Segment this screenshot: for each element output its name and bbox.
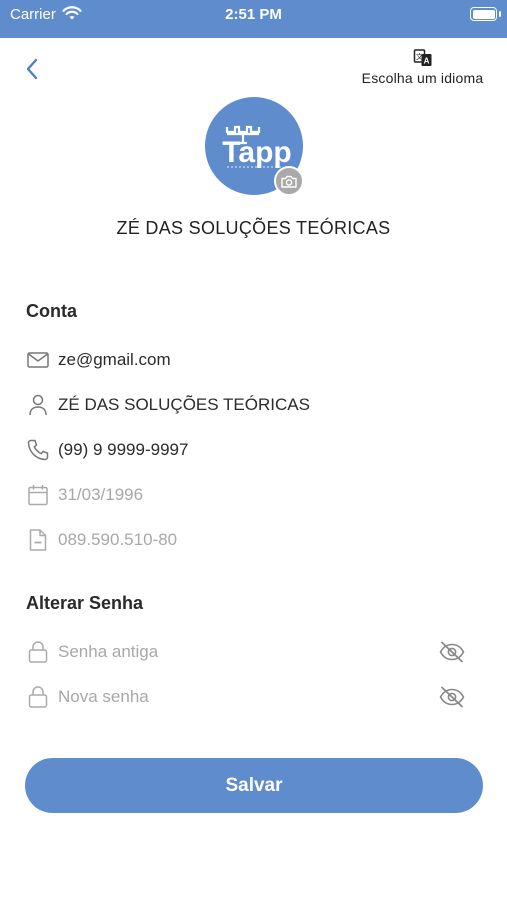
email-icon	[26, 348, 50, 372]
profile-name: ZÉ DAS SOLUÇÕES TEÓRICAS	[116, 218, 391, 238]
lock-icon	[26, 640, 50, 664]
email-field[interactable]: ze@gmail.com	[26, 345, 486, 375]
status-time: 2:51 PM	[225, 6, 282, 23]
birthdate-value: 31/03/1996	[58, 485, 144, 504]
document-value: 089.590.510-80	[58, 530, 178, 549]
document-field: 089.590.510-80	[26, 525, 486, 555]
svg-text:A: A	[423, 57, 429, 66]
logo-wordmark: Tapp	[222, 136, 291, 169]
battery-icon	[470, 7, 497, 21]
email-value: ze@gmail.com	[58, 350, 171, 369]
translate-icon: 文 A	[413, 49, 431, 66]
toggle-new-password-visibility[interactable]	[438, 684, 466, 710]
language-label: Escolha um idioma	[361, 70, 484, 86]
toggle-old-password-visibility[interactable]	[438, 639, 466, 665]
calendar-icon	[26, 483, 50, 507]
name-field[interactable]: ZÉ DAS SOLUÇÕES TEÓRICAS	[26, 390, 486, 420]
phone-field[interactable]: (99) 9 9999-9997	[26, 435, 486, 465]
user-icon	[26, 393, 50, 417]
document-icon	[26, 528, 50, 552]
old-password-input[interactable]	[58, 642, 418, 662]
account-section-title: Conta	[26, 301, 77, 321]
eye-off-icon	[439, 641, 465, 663]
lock-icon	[26, 685, 50, 709]
save-button[interactable]: Salvar	[25, 758, 483, 813]
language-selector[interactable]: 文 A Escolha um idioma	[350, 48, 495, 88]
password-section-title: Alterar Senha	[26, 593, 144, 613]
new-password-input[interactable]	[58, 687, 418, 707]
old-password-field[interactable]	[26, 637, 486, 667]
phone-icon	[26, 438, 50, 462]
svg-text:文: 文	[416, 52, 423, 61]
change-photo-button[interactable]	[274, 166, 304, 196]
camera-icon	[281, 175, 297, 188]
name-value: ZÉ DAS SOLUÇÕES TEÓRICAS	[58, 395, 310, 414]
battery-tip	[499, 11, 501, 17]
phone-value: (99) 9 9999-9997	[58, 440, 189, 459]
chevron-left-icon	[26, 58, 38, 80]
new-password-field[interactable]	[26, 682, 486, 712]
status-bar: Carrier 2:51 PM	[0, 0, 507, 38]
eye-off-icon	[439, 686, 465, 708]
birthdate-field: 31/03/1996	[26, 480, 486, 510]
back-button[interactable]	[18, 54, 46, 84]
